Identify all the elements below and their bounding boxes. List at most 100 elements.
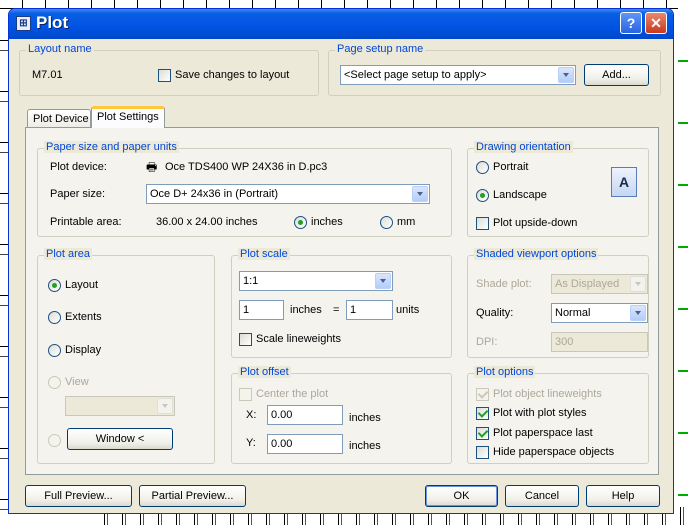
drawing-orientation-group: Drawing orientation Portrait Landscape P…	[467, 141, 649, 237]
tab-plot-settings[interactable]: Plot Settings	[91, 106, 165, 128]
plot-settings-panel: Paper size and paper units Plot device: …	[25, 127, 659, 475]
plot-area-view-radio	[48, 376, 61, 389]
offset-y-unit: inches	[349, 440, 381, 452]
ok-button[interactable]: OK	[425, 485, 498, 507]
window-select-button[interactable]: Window <	[67, 428, 173, 450]
plot-device-value: Oce TDS400 WP 24X36 in D.pc3	[165, 161, 328, 173]
plot-paperspace-last-label: Plot paperspace last	[493, 427, 593, 439]
save-changes-label: Save changes to layout	[175, 69, 290, 81]
dpi-input: 300	[551, 332, 648, 352]
paper-size-combo[interactable]: Oce D+ 24x36 in (Portrait)	[146, 184, 430, 204]
offset-x-label: X:	[246, 409, 257, 421]
close-title-button[interactable]: ✕	[645, 12, 667, 34]
cancel-button[interactable]: Cancel	[505, 485, 579, 507]
tab-plot-device[interactable]: Plot Device	[27, 109, 91, 128]
background-drawing-right	[678, 0, 688, 525]
plot-options-group: Plot options Plot object lineweights Plo…	[467, 366, 649, 464]
plot-with-styles-checkbox[interactable]	[476, 407, 489, 420]
plot-area-extents-label: Extents	[65, 311, 102, 323]
plot-object-lineweights-label: Plot object lineweights	[493, 388, 602, 400]
autocad-app-icon: ⊞	[16, 16, 31, 31]
add-page-setup-button[interactable]: Add...	[584, 64, 649, 86]
hide-paperspace-label: Hide paperspace objects	[493, 446, 615, 458]
save-changes-checkbox[interactable]	[158, 69, 171, 82]
landscape-label: Landscape	[493, 189, 547, 201]
view-select-combo	[65, 396, 175, 416]
units-inches-radio[interactable]	[294, 216, 307, 229]
partial-preview-button[interactable]: Partial Preview...	[139, 485, 246, 507]
offset-x-unit: inches	[349, 412, 381, 424]
chevron-down-icon	[157, 398, 173, 414]
plot-upside-down-checkbox[interactable]	[476, 217, 489, 230]
center-plot-label: Center the plot	[256, 388, 329, 400]
scale-left-unit: inches	[290, 304, 322, 316]
scale-right-input[interactable]: 1	[346, 300, 393, 320]
plot-area-layout-radio[interactable]	[48, 279, 61, 292]
units-inches-label: inches	[311, 216, 343, 228]
plot-area-display-radio[interactable]	[48, 344, 61, 357]
page-setup-group: Page setup name <Select page setup to ap…	[328, 43, 661, 96]
units-mm-radio[interactable]	[380, 216, 393, 229]
shaded-viewport-group-label: Shaded viewport options	[474, 248, 599, 260]
landscape-orientation-icon: A	[611, 167, 637, 197]
plot-area-group-label: Plot area	[44, 248, 93, 260]
printable-area-label: Printable area:	[50, 216, 122, 228]
page-setup-selected: <Select page setup to apply>	[344, 69, 487, 81]
plot-area-group: Plot area Layout Extents Display View Wi…	[37, 248, 215, 464]
help-button[interactable]: Help	[586, 485, 660, 507]
plot-scale-group: Plot scale 1:1 1 inches = 1 units Scale …	[231, 248, 452, 358]
plot-device-label: Plot device:	[50, 161, 107, 173]
chevron-down-icon[interactable]	[412, 186, 428, 202]
offset-y-input[interactable]: 0.00	[267, 434, 343, 454]
quality-combo[interactable]: Normal	[551, 303, 648, 323]
plot-area-window-radio	[48, 434, 61, 447]
dialog-title: Plot	[36, 13, 69, 32]
page-setup-combo[interactable]: <Select page setup to apply>	[340, 65, 576, 85]
quality-value: Normal	[555, 307, 591, 319]
layout-name-group-label: Layout name	[26, 43, 94, 55]
landscape-radio[interactable]	[476, 189, 489, 202]
shade-plot-value: As Displayed	[555, 278, 620, 290]
units-mm-label: mm	[397, 216, 416, 228]
center-plot-checkbox	[239, 388, 252, 401]
plot-with-styles-label: Plot with plot styles	[493, 407, 587, 419]
help-title-button[interactable]: ?	[620, 12, 642, 34]
plot-area-layout-label: Layout	[65, 279, 99, 291]
drawing-orientation-group-label: Drawing orientation	[474, 141, 573, 153]
plot-scale-group-label: Plot scale	[238, 248, 290, 260]
shade-plot-combo: As Displayed	[551, 274, 648, 294]
plotter-icon: 🖶	[146, 160, 158, 174]
plot-object-lineweights-checkbox	[476, 388, 489, 401]
paper-size-value: Oce D+ 24x36 in (Portrait)	[150, 188, 279, 200]
page-setup-group-label: Page setup name	[335, 43, 426, 55]
full-preview-button[interactable]: Full Preview...	[25, 485, 132, 507]
scale-lineweights-checkbox[interactable]	[239, 333, 252, 346]
scale-left-input[interactable]: 1	[239, 300, 284, 320]
printable-area-value: 36.00 x 24.00 inches	[156, 216, 258, 228]
chevron-down-icon[interactable]	[630, 305, 646, 321]
chevron-down-icon[interactable]	[558, 67, 574, 83]
plot-scale-value: 1:1	[243, 275, 259, 287]
scale-equals: =	[333, 304, 340, 316]
plot-options-group-label: Plot options	[474, 366, 536, 378]
portrait-label: Portrait	[493, 161, 529, 173]
plot-paperspace-last-checkbox[interactable]	[476, 427, 489, 440]
layout-name-group: Layout name M7.01 Save changes to layout	[19, 43, 319, 96]
chevron-down-icon[interactable]	[375, 273, 391, 289]
plot-scale-combo[interactable]: 1:1	[239, 271, 393, 291]
offset-x-input[interactable]: 0.00	[267, 405, 343, 425]
quality-label: Quality:	[476, 307, 514, 319]
chevron-down-icon	[630, 276, 646, 292]
plot-offset-group-label: Plot offset	[238, 366, 291, 378]
shaded-viewport-group: Shaded viewport options Shade plot: As D…	[467, 248, 649, 358]
title-bar[interactable]: ⊞ Plot ? ✕	[9, 9, 673, 39]
scale-right-unit: units	[396, 304, 420, 316]
plot-area-extents-radio[interactable]	[48, 311, 61, 324]
hide-paperspace-checkbox[interactable]	[476, 446, 489, 459]
offset-y-label: Y:	[246, 437, 256, 449]
plot-offset-group: Plot offset Center the plot X: 0.00 inch…	[231, 366, 452, 464]
portrait-radio[interactable]	[476, 161, 489, 174]
paper-size-label: Paper size:	[50, 188, 106, 200]
plot-area-view-label: View	[65, 376, 89, 388]
shade-plot-label: Shade plot:	[476, 278, 532, 290]
